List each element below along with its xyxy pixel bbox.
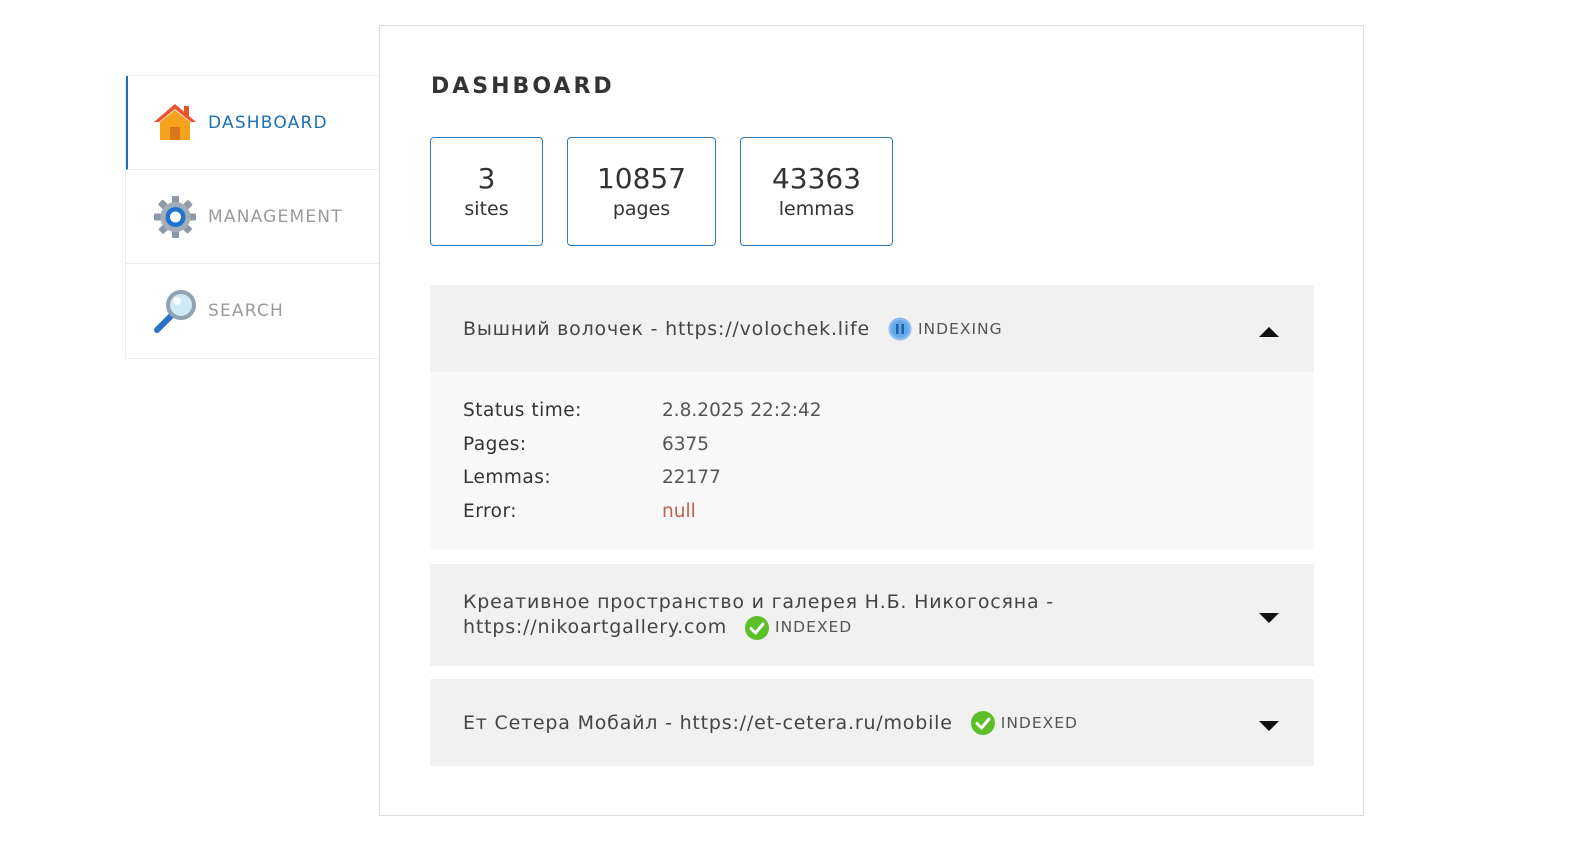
sidebar-item-label: MANAGEMENT	[208, 206, 343, 227]
check-icon	[970, 710, 995, 735]
stat-value: 10857	[596, 161, 687, 195]
stat-label: lemmas	[778, 197, 855, 220]
dashboard-panel: DASHBOARD 3 sites 10857 pages 43363 lemm…	[379, 25, 1364, 816]
home-icon	[152, 100, 198, 146]
detail-row: Pages: 6375	[463, 428, 1281, 462]
site-header-toggle[interactable]: Ет Сетера Мобайл - https://et-cetera.ru/…	[430, 679, 1314, 766]
stat-card-pages: 10857 pages	[567, 137, 716, 246]
stat-card-lemmas: 43363 lemmas	[740, 137, 893, 246]
detail-label: Pages:	[463, 433, 527, 455]
site-header-toggle[interactable]: Креативное пространство и галерея Н.Б. Н…	[430, 564, 1314, 666]
site-name: Ет Сетера Мобайл - https://et-cetera.ru/…	[463, 711, 953, 734]
status-text: INDEXED	[1000, 713, 1078, 732]
site-item: Ет Сетера Мобайл - https://et-cetera.ru/…	[430, 679, 1314, 766]
status-badge: INDEXED	[970, 710, 1078, 735]
site-details: Status time: 2.8.2025 22:2:42 Pages: 637…	[430, 372, 1314, 550]
detail-row: Status time: 2.8.2025 22:2:42	[463, 394, 1281, 428]
stat-value: 43363	[771, 161, 862, 195]
status-badge: INDEXING	[888, 317, 1003, 341]
site-header-toggle[interactable]: Вышний волочек - https://volochek.life I…	[430, 285, 1314, 372]
site-url: https://nikoartgallery.com	[463, 616, 727, 638]
sidebar-item-label: DASHBOARD	[208, 112, 328, 133]
site-item: Креативное пространство и галерея Н.Б. Н…	[430, 564, 1314, 666]
site-title-block: Креативное пространство и галерея Н.Б. Н…	[463, 590, 1054, 640]
sidebar-item-dashboard[interactable]: DASHBOARD	[126, 76, 380, 170]
status-text: INDEXED	[775, 618, 853, 636]
check-icon	[745, 615, 769, 640]
detail-value: 2.8.2025 22:2:42	[662, 400, 822, 422]
detail-value: 6375	[662, 433, 710, 455]
sidebar-item-search[interactable]: SEARCH	[126, 264, 380, 358]
chevron-up-icon	[1259, 323, 1279, 337]
detail-row: Error: null	[463, 495, 1281, 529]
status-badge: INDEXED	[745, 615, 852, 640]
stats-row: 3 sites 10857 pages 43363 lemmas	[430, 137, 893, 246]
detail-row: Lemmas: 22177	[463, 461, 1281, 495]
site-item: Вышний волочек - https://volochek.life I…	[430, 285, 1314, 372]
stat-label: pages	[612, 197, 671, 220]
gear-icon	[152, 194, 198, 240]
stat-card-sites: 3 sites	[430, 137, 543, 246]
status-text: INDEXING	[917, 319, 1003, 338]
site-name: Вышний волочек - https://volochek.life	[463, 317, 870, 340]
search-icon	[152, 288, 198, 334]
sidebar-item-management[interactable]: MANAGEMENT	[126, 170, 380, 264]
stat-value: 3	[477, 161, 496, 195]
sidebar: DASHBOARD MANAGEMENT SEARCH	[125, 75, 380, 359]
chevron-down-icon	[1259, 609, 1279, 623]
pause-icon	[888, 317, 912, 341]
detail-value-error: null	[662, 500, 696, 522]
chevron-down-icon	[1259, 717, 1279, 731]
detail-label: Error:	[463, 500, 518, 522]
detail-label: Lemmas:	[463, 467, 552, 489]
page-title: DASHBOARD	[431, 74, 615, 99]
site-name: Креативное пространство и галерея Н.Б. Н…	[463, 591, 1054, 613]
sidebar-item-label: SEARCH	[208, 301, 284, 321]
stat-label: sites	[464, 197, 509, 220]
detail-label: Status time:	[463, 400, 582, 422]
detail-value: 22177	[662, 467, 721, 489]
